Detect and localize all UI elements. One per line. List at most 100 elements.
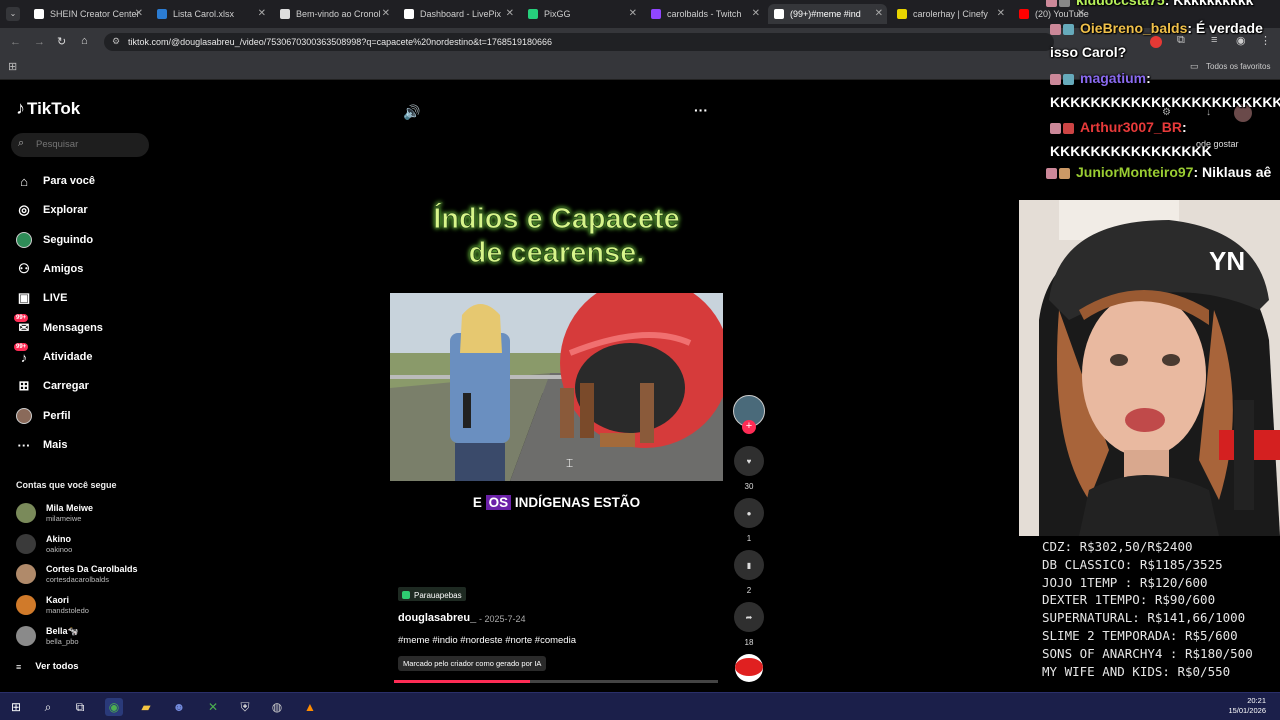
location-tag[interactable]: Parauapebas (398, 587, 466, 601)
hashtags[interactable]: #meme #indio #nordeste #norte #comedia (398, 635, 576, 646)
home-button-icon[interactable]: ⌂ (81, 35, 88, 47)
tab-label: carolerhay | Cinefy (913, 9, 988, 19)
search-icon[interactable]: ⌕ (39, 698, 57, 716)
search-box[interactable]: ⌕ (11, 133, 149, 157)
tab-close-icon[interactable]: ✕ (752, 8, 760, 19)
chat-message: kiddoccsta75: Kkkkkkkkkk (1046, 0, 1253, 8)
share-icon[interactable]: ➦ (734, 602, 764, 632)
comment-action[interactable]: ● 1 (734, 498, 764, 543)
nav-item[interactable]: Seguindo (16, 232, 93, 248)
tab-close-icon[interactable]: ✕ (997, 8, 1005, 19)
discord-icon[interactable]: ☻ (170, 698, 188, 716)
tab-close-icon[interactable]: ✕ (629, 8, 637, 19)
back-icon[interactable]: ← (10, 36, 21, 48)
vlc-icon[interactable]: ▲ (301, 698, 319, 716)
xbox-icon[interactable]: ✕ (204, 698, 222, 716)
tab-label: Bem-vindo ao Cronol (296, 9, 381, 19)
goal-line: SUPERNATURAL: R$141,66/1000 (1042, 610, 1246, 626)
browser-tab[interactable]: Bem-vindo ao Cronol ✕ (274, 4, 394, 24)
windows-start-icon[interactable]: ⊞ (7, 698, 25, 716)
tab-label: Dashboard - LivePix (420, 9, 502, 19)
nav-item[interactable]: Perfil (16, 408, 71, 424)
like-count: 30 (744, 482, 754, 491)
tab-favicon-icon (897, 9, 907, 19)
nav-item[interactable]: ⚇ Amigos (16, 261, 83, 277)
notification-badge: 99+ (14, 343, 29, 351)
tab-close-icon[interactable]: ✕ (258, 8, 266, 19)
tab-close-icon[interactable]: ✕ (382, 8, 390, 19)
nav-item[interactable]: ✉ 99+ Mensagens (14, 314, 103, 336)
followed-account[interactable]: Cortes Da Carolbalds cortesdacarolbalds (16, 564, 138, 584)
nav-label: LIVE (43, 292, 68, 304)
nav-item[interactable]: ♪ 99+ Atividade (14, 343, 93, 365)
upload-icon: ⊞ (18, 378, 30, 393)
followed-account[interactable]: Mila Meiwe milameiwe (16, 503, 93, 523)
share-action[interactable]: ➦ 18 (734, 602, 764, 647)
video-frame[interactable] (390, 293, 723, 481)
task-view-icon[interactable]: ⧉ (71, 698, 89, 716)
tiktok-logo[interactable]: ♪ TikTok (16, 98, 80, 119)
activity-icon: ♪ 99+ (14, 343, 29, 365)
nav-item[interactable]: ⌂ Para você (16, 173, 95, 189)
bookmark-icon[interactable]: ▮ (734, 550, 764, 580)
reload-icon[interactable]: ↻ (57, 35, 66, 48)
browser-tab[interactable]: carolbalds - Twitch ✕ (645, 4, 764, 24)
search-input[interactable] (36, 137, 144, 152)
followed-account[interactable]: Akino oakinoo (16, 534, 72, 554)
browser-tab[interactable]: SHEIN Creator Center ✕ (28, 4, 147, 24)
chrome-icon[interactable]: ◉ (105, 698, 123, 716)
goal-line: JOJO 1TEMP : R$120/600 (1042, 574, 1208, 590)
tab-search-button[interactable]: ⌄ (6, 7, 20, 21)
followed-account[interactable]: Bella🐄 bella_pbo (16, 626, 79, 646)
location-icon (402, 591, 410, 599)
video-progress-track[interactable] (394, 680, 718, 683)
address-bar[interactable]: ⚙ tiktok.com/@douglasabreu_/video/753067… (104, 33, 1054, 51)
nav-item[interactable]: ▣ LIVE (16, 290, 68, 306)
following-avatar-icon (16, 232, 32, 248)
apps-grid-icon[interactable]: ⊞ (8, 60, 17, 73)
account-name: Cortes Da Carolbalds (46, 564, 138, 574)
site-info-icon[interactable]: ⚙ (112, 36, 120, 47)
chat-badge-icon (1063, 23, 1074, 35)
obs-icon[interactable]: ◍ (268, 698, 286, 716)
like-action[interactable]: ♥ 30 (734, 446, 764, 491)
heart-icon[interactable]: ♥ (734, 446, 764, 476)
goal-line: DB CLASSICO: R$1185/3525 (1042, 556, 1223, 572)
nav-item[interactable]: ⊞ Carregar (16, 378, 89, 394)
comment-icon[interactable]: ● (734, 498, 764, 528)
caption-highlight-word: OS (485, 495, 512, 510)
browser-tab[interactable]: Lista Carol.xlsx ✕ (151, 4, 270, 24)
browser-tab[interactable]: (99+)#meme #ind ✕ (768, 4, 887, 24)
video-caption: E OS INDÍGENAS ESTÃO (390, 495, 723, 510)
save-action[interactable]: ▮ 2 (734, 550, 764, 595)
home-icon: ⌂ (20, 173, 28, 189)
followed-account[interactable]: Kaori mandstoledo (16, 595, 89, 615)
volume-icon[interactable]: 🔊 (403, 104, 420, 121)
post-date: - 2025-7-24 (479, 614, 526, 624)
tab-close-icon[interactable]: ✕ (875, 8, 883, 19)
tab-close-icon[interactable]: ✕ (135, 8, 143, 19)
browser-tab[interactable]: PixGG ✕ (522, 4, 641, 24)
more-options-icon[interactable]: ··· (694, 102, 708, 118)
account-username: mandstoledo (46, 606, 89, 615)
chat-message: Arthur3007_BR: KKKKKKKKKKKKKKKK (1050, 115, 1280, 163)
browser-tab[interactable]: Dashboard - LivePix ✕ (398, 4, 518, 24)
follow-plus-icon[interactable]: + (742, 420, 756, 434)
chat-username: JuniorMonteiro97 (1076, 164, 1194, 180)
file-explorer-icon[interactable]: ▰ (137, 698, 155, 716)
nav-item[interactable]: ◎ Explorar (16, 202, 87, 218)
list-icon: ≡ (16, 661, 22, 672)
forward-icon[interactable]: → (34, 36, 45, 48)
account-username: milameiwe (46, 514, 82, 523)
author-name[interactable]: douglasabreu_ (398, 612, 476, 624)
account-avatar (16, 534, 36, 554)
music-disc-icon[interactable] (735, 654, 763, 682)
browser-tab[interactable]: carolerhay | Cinefy ✕ (891, 4, 1009, 24)
system-clock[interactable]: 20:21 15/01/2026 (1228, 696, 1266, 716)
tab-close-icon[interactable]: ✕ (506, 8, 514, 19)
nav-label: Para você (43, 175, 95, 187)
see-all-following-link[interactable]: ≡ Ver todos (16, 661, 79, 672)
tiktok-sidebar: ♪ TikTok ⌕ ⌂ Para você ◎ Explorar Seguindo ⚇ A… (0, 80, 160, 692)
nav-item[interactable]: ··· Mais (16, 437, 68, 453)
shield-app-icon[interactable]: ⛨ (236, 698, 254, 716)
